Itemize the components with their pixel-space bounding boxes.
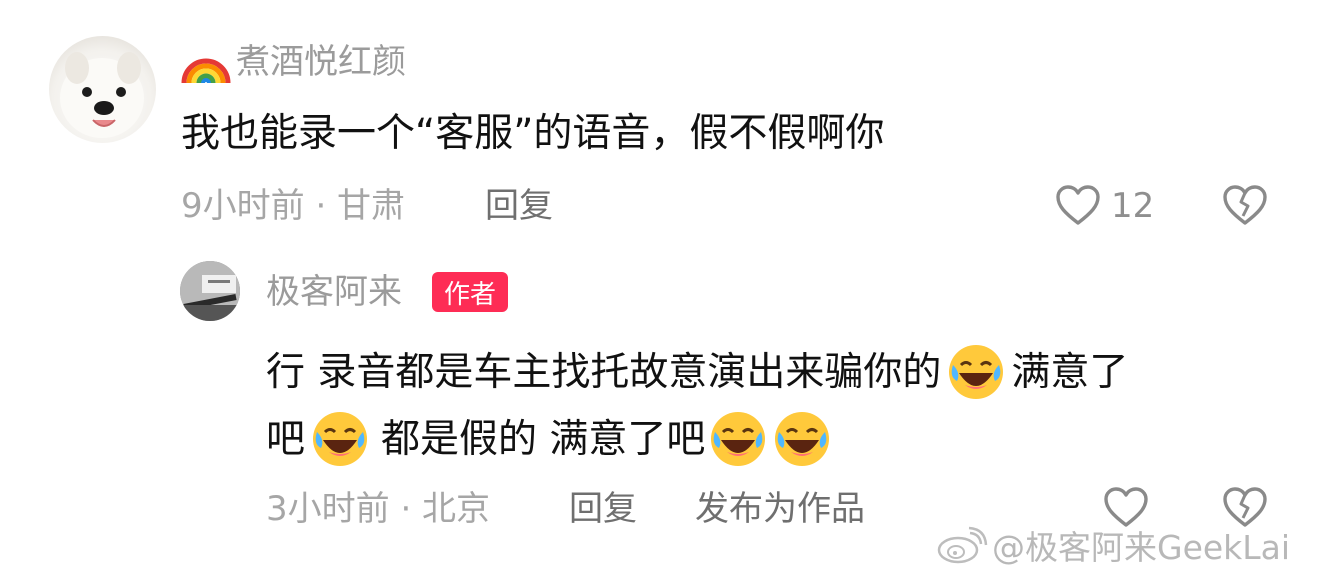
- reply-button[interactable]: 回复: [485, 189, 553, 223]
- commenter-username[interactable]: 煮酒悦红颜: [236, 45, 406, 79]
- watermark: @极客阿来GeekLai: [936, 521, 1290, 569]
- author-avatar-image: [180, 261, 240, 321]
- laughing-crying-emoji-icon: [313, 412, 368, 466]
- reply-text-segment: 满意了: [1011, 349, 1129, 395]
- rainbow-icon: [181, 39, 231, 85]
- comment-text: 我也能录一个“客服”的语音，假不假啊你: [181, 111, 885, 156]
- like-count: 12: [1111, 186, 1155, 226]
- author-username[interactable]: 极客阿来: [266, 275, 402, 309]
- dog-avatar-image: [60, 52, 144, 138]
- comment-meta: 9小时前 · 甘肃: [181, 186, 406, 226]
- author-avatar[interactable]: [180, 261, 240, 321]
- weibo-icon: [937, 526, 988, 564]
- laughing-crying-emoji-icon: [949, 345, 1004, 399]
- reply-text-line-2: 吧 都是假的 满意了吧: [266, 410, 831, 468]
- laughing-crying-emoji-icon: [711, 412, 766, 466]
- reply-text-line-1: 行 录音都是车主找托故意演出来骗你的 满意了: [266, 343, 1128, 401]
- publish-as-work-button[interactable]: 发布为作品: [695, 492, 865, 526]
- reply-text-segment: 吧: [266, 416, 306, 462]
- author-badge: 作者: [432, 272, 509, 312]
- reply-text-segment: 都是假的 满意了吧: [381, 416, 706, 462]
- laughing-crying-emoji-icon: [775, 412, 830, 466]
- reply-meta: 3小时前 · 北京: [266, 489, 491, 529]
- dislike-broken-heart-icon[interactable]: [1222, 184, 1268, 226]
- reply-to-reply-button[interactable]: 回复: [569, 492, 637, 526]
- commenter-avatar[interactable]: [49, 36, 156, 143]
- reply-text-segment: 行 录音都是车主找托故意演出来骗你的: [266, 349, 942, 395]
- watermark-text: @极客阿来GeekLai: [992, 528, 1291, 567]
- like-heart-icon[interactable]: [1055, 184, 1101, 226]
